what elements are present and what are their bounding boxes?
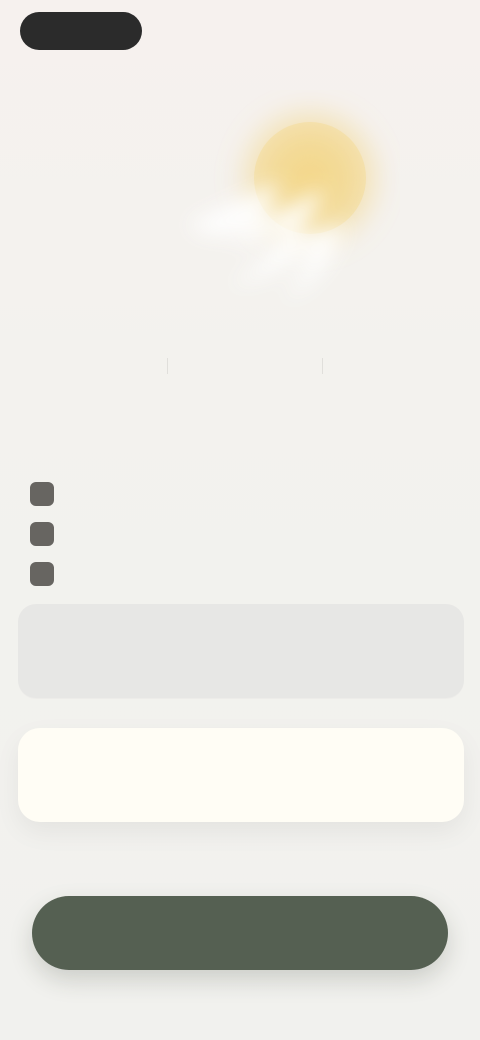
check-icon: [30, 562, 54, 586]
plan-card-2[interactable]: [18, 728, 464, 822]
hero-illustration: [188, 98, 390, 302]
check-icon: [30, 482, 54, 506]
metric-separator-2: [322, 358, 323, 374]
metric-separator-1: [167, 358, 168, 374]
feature-item-2: [30, 514, 450, 554]
section-title: [42, 420, 462, 456]
metrics-row: [90, 350, 400, 382]
feature-item-3: [30, 554, 450, 594]
top-pill-button[interactable]: [20, 12, 142, 50]
check-icon: [30, 522, 54, 546]
bottom-note: [120, 982, 360, 1006]
plan-card-1[interactable]: [18, 604, 464, 698]
continue-button[interactable]: [32, 896, 448, 970]
feature-item-1: [30, 474, 450, 514]
feature-list: [30, 474, 450, 594]
fineprint: [110, 846, 374, 870]
